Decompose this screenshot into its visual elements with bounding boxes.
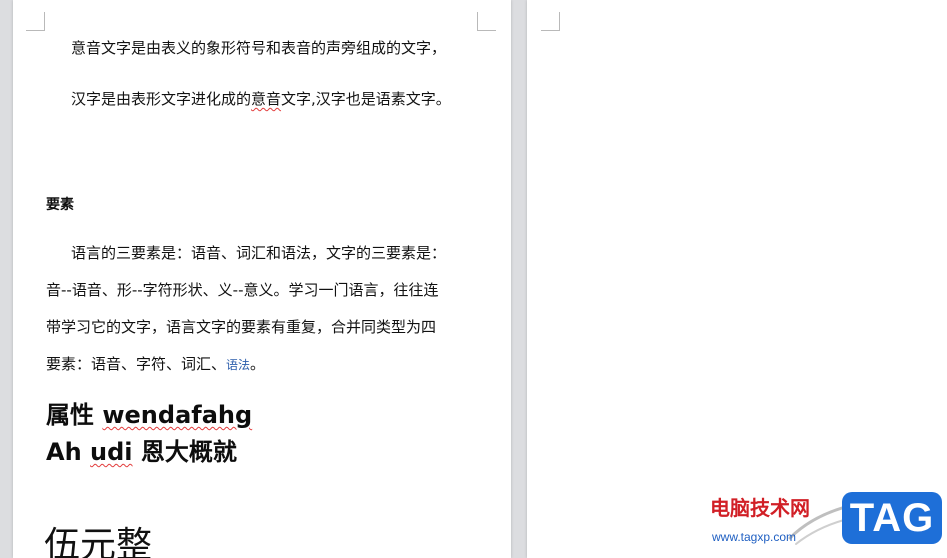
watermark-url: www.tagxp.com <box>712 530 797 544</box>
watermark-badge: TAG <box>842 492 942 544</box>
margin-corner-mark-top-right <box>477 12 496 31</box>
large-heading[interactable]: 伍元整 <box>44 524 152 558</box>
paragraph-line[interactable]: 音--语音、形--字符形状、义--意义。学习一门语言，往往连 <box>46 280 438 300</box>
heading-ah-udi[interactable]: Ah udi 恩大概就 <box>46 437 237 467</box>
paragraph-line[interactable]: 带学习它的文字，语言文字的要素有重复，合并同类型为四 <box>46 317 436 337</box>
watermark-badge-text: TAG <box>849 495 935 540</box>
paragraph-line[interactable]: 要素：语音、字符、词汇、语法。 <box>46 354 265 375</box>
margin-corner-mark-top-left <box>541 12 560 31</box>
paragraph-line[interactable]: 汉字是由表形文字进化成的意音文字,汉字也是语素文字。 <box>71 89 451 109</box>
small-text-run: 语法 <box>226 358 251 372</box>
document-page-left[interactable]: 意音文字是由表义的象形符号和表音的声旁组成的文字， 汉字是由表形文字进化成的意音… <box>13 0 511 558</box>
margin-corner-mark-top-left <box>26 12 45 31</box>
paragraph-line[interactable]: 意音文字是由表义的象形符号和表音的声旁组成的文字， <box>71 38 446 58</box>
paragraph-line[interactable]: 语言的三要素是：语音、词汇和语法，文字的三要素是： <box>71 243 446 263</box>
site-watermark: 电脑技术网 www.tagxp.com TAG <box>704 488 947 558</box>
spellcheck-flagged-word[interactable]: 意音 <box>251 90 281 108</box>
document-page-right[interactable] <box>527 0 947 558</box>
spellcheck-flagged-word[interactable]: wendafahg <box>102 401 252 429</box>
spellcheck-flagged-word[interactable]: udi <box>90 438 133 466</box>
section-heading[interactable]: 要素 <box>46 195 74 215</box>
heading-attribute[interactable]: 属性 wendafahg <box>46 400 252 430</box>
